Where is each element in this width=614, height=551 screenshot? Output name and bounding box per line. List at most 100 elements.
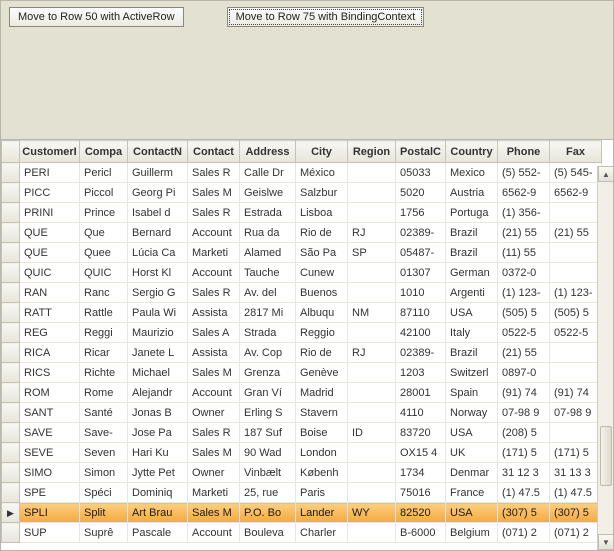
table-row[interactable]: PERIPericlGuillermSales RCalle DrMéxico0…: [2, 163, 602, 183]
cell-country[interactable]: Portuga: [446, 203, 498, 223]
row-selector[interactable]: [2, 463, 20, 483]
cell-phone[interactable]: (208) 5: [498, 423, 550, 443]
scroll-down-button[interactable]: ▼: [598, 534, 614, 550]
cell-country[interactable]: Brazil: [446, 223, 498, 243]
cell-fax[interactable]: 0522-5: [550, 323, 602, 343]
table-row[interactable]: QUEQueBernardAccountRua daRio deRJ02389-…: [2, 223, 602, 243]
col-header-phone[interactable]: Phone: [498, 141, 550, 163]
cell-company[interactable]: Spéci: [80, 483, 128, 503]
cell-customerid[interactable]: RATT: [20, 303, 80, 323]
row-selector[interactable]: [2, 203, 20, 223]
cell-phone[interactable]: (1) 123-: [498, 283, 550, 303]
table-row[interactable]: RICARicarJanete LAssistaAv. CopRio deRJ0…: [2, 343, 602, 363]
cell-address[interactable]: 25, rue: [240, 483, 296, 503]
cell-postalcode[interactable]: 87110: [396, 303, 446, 323]
cell-address[interactable]: Alamed: [240, 243, 296, 263]
cell-fax[interactable]: (21) 55: [550, 223, 602, 243]
cell-region[interactable]: [348, 163, 396, 183]
scroll-thumb[interactable]: [600, 426, 612, 486]
cell-fax[interactable]: [550, 423, 602, 443]
cell-postalcode[interactable]: 1010: [396, 283, 446, 303]
cell-country[interactable]: Norway: [446, 403, 498, 423]
cell-customerid[interactable]: SANT: [20, 403, 80, 423]
cell-postalcode[interactable]: 83720: [396, 423, 446, 443]
col-header-contact[interactable]: Contact: [188, 141, 240, 163]
cell-country[interactable]: Switzerl: [446, 363, 498, 383]
table-row[interactable]: RATTRattlePaula WiAssista2817 MiAlbuquNM…: [2, 303, 602, 323]
cell-phone[interactable]: 07-98 9: [498, 403, 550, 423]
move-row-50-button[interactable]: Move to Row 50 with ActiveRow: [9, 7, 184, 27]
cell-contactname[interactable]: Jonas B: [128, 403, 188, 423]
cell-fax[interactable]: (1) 47.5: [550, 483, 602, 503]
cell-postalcode[interactable]: 42100: [396, 323, 446, 343]
row-selector[interactable]: [2, 243, 20, 263]
cell-contact[interactable]: Owner: [188, 403, 240, 423]
cell-fax[interactable]: (071) 2: [550, 523, 602, 543]
cell-city[interactable]: Københ: [296, 463, 348, 483]
table-row[interactable]: SEVESevenHari KuSales M90 WadLondonOX15 …: [2, 443, 602, 463]
cell-country[interactable]: USA: [446, 503, 498, 523]
cell-company[interactable]: Split: [80, 503, 128, 523]
cell-phone[interactable]: 6562-9: [498, 183, 550, 203]
cell-contactname[interactable]: Georg Pi: [128, 183, 188, 203]
cell-region[interactable]: SP: [348, 243, 396, 263]
cell-country[interactable]: German: [446, 263, 498, 283]
cell-country[interactable]: France: [446, 483, 498, 503]
cell-contactname[interactable]: Guillerm: [128, 163, 188, 183]
cell-address[interactable]: 90 Wad: [240, 443, 296, 463]
cell-contact[interactable]: Account: [188, 223, 240, 243]
cell-phone[interactable]: (11) 55: [498, 243, 550, 263]
cell-contactname[interactable]: Janete L: [128, 343, 188, 363]
cell-city[interactable]: São Pa: [296, 243, 348, 263]
cell-city[interactable]: Rio de: [296, 343, 348, 363]
cell-contact[interactable]: Marketi: [188, 483, 240, 503]
cell-region[interactable]: WY: [348, 503, 396, 523]
cell-city[interactable]: Reggio: [296, 323, 348, 343]
cell-contact[interactable]: Marketi: [188, 243, 240, 263]
cell-city[interactable]: Lisboa: [296, 203, 348, 223]
cell-phone[interactable]: (1) 47.5: [498, 483, 550, 503]
cell-region[interactable]: [348, 283, 396, 303]
cell-country[interactable]: Austria: [446, 183, 498, 203]
cell-customerid[interactable]: REG: [20, 323, 80, 343]
cell-fax[interactable]: [550, 243, 602, 263]
cell-customerid[interactable]: SIMO: [20, 463, 80, 483]
cell-contactname[interactable]: Sergio G: [128, 283, 188, 303]
cell-contact[interactable]: Account: [188, 263, 240, 283]
move-row-75-button[interactable]: Move to Row 75 with BindingContext: [227, 7, 425, 27]
table-row[interactable]: PRINIPrinceIsabel dSales REstradaLisboa1…: [2, 203, 602, 223]
table-row[interactable]: ROMRomeAlejandrAccountGran VíMadrid28001…: [2, 383, 602, 403]
table-row[interactable]: RANRancSergio GSales RAv. delBuenos1010A…: [2, 283, 602, 303]
cell-postalcode[interactable]: 82520: [396, 503, 446, 523]
cell-company[interactable]: Ranc: [80, 283, 128, 303]
cell-postalcode[interactable]: 02389-: [396, 223, 446, 243]
cell-city[interactable]: Rio de: [296, 223, 348, 243]
cell-address[interactable]: Av. del: [240, 283, 296, 303]
cell-customerid[interactable]: QUE: [20, 243, 80, 263]
cell-fax[interactable]: (307) 5: [550, 503, 602, 523]
row-selector[interactable]: [2, 383, 20, 403]
cell-address[interactable]: Strada: [240, 323, 296, 343]
cell-city[interactable]: Madrid: [296, 383, 348, 403]
cell-city[interactable]: London: [296, 443, 348, 463]
cell-company[interactable]: Suprê: [80, 523, 128, 543]
cell-contact[interactable]: Sales M: [188, 503, 240, 523]
cell-customerid[interactable]: RICS: [20, 363, 80, 383]
cell-country[interactable]: Mexico: [446, 163, 498, 183]
cell-contact[interactable]: Owner: [188, 463, 240, 483]
cell-postalcode[interactable]: B-6000: [396, 523, 446, 543]
cell-contactname[interactable]: Bernard: [128, 223, 188, 243]
cell-company[interactable]: Simon: [80, 463, 128, 483]
cell-country[interactable]: Brazil: [446, 243, 498, 263]
cell-address[interactable]: Geislwe: [240, 183, 296, 203]
cell-company[interactable]: Pericl: [80, 163, 128, 183]
cell-company[interactable]: Seven: [80, 443, 128, 463]
cell-region[interactable]: ID: [348, 423, 396, 443]
cell-postalcode[interactable]: 1734: [396, 463, 446, 483]
cell-postalcode[interactable]: 1756: [396, 203, 446, 223]
table-row[interactable]: SANTSantéJonas BOwnerErling SStavern4110…: [2, 403, 602, 423]
cell-postalcode[interactable]: 1203: [396, 363, 446, 383]
cell-contact[interactable]: Sales M: [188, 363, 240, 383]
cell-postalcode[interactable]: 05487-: [396, 243, 446, 263]
cell-city[interactable]: Buenos: [296, 283, 348, 303]
